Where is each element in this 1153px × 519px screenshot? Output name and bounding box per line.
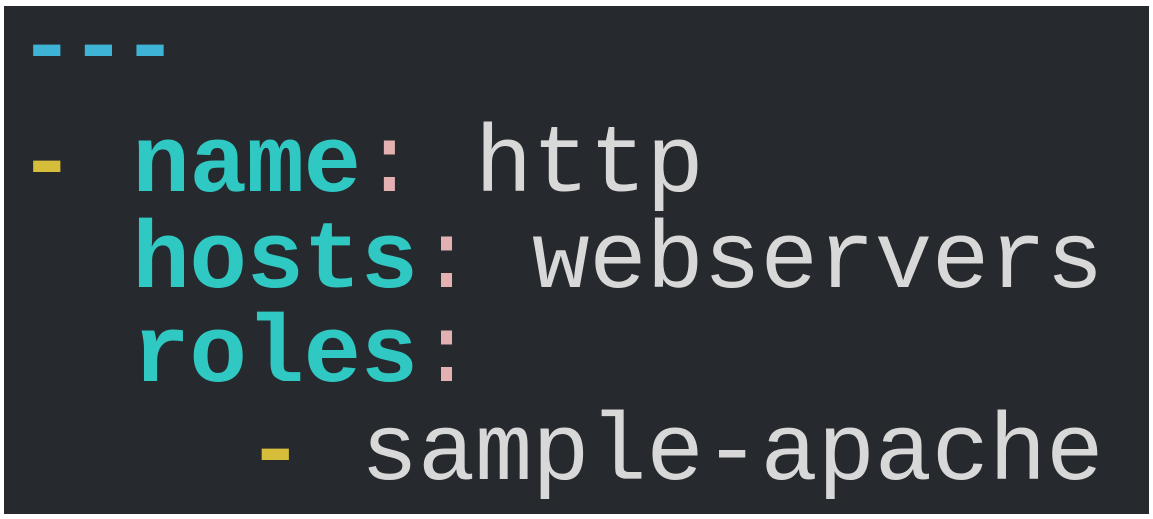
code-line-document-start: ---: [18, 6, 179, 104]
yaml-colon: :: [417, 207, 476, 316]
list-dash: -: [246, 399, 304, 508]
yaml-colon: :: [417, 301, 476, 410]
code-line-hosts: hosts: webservers: [18, 214, 1103, 310]
code-line-role-item: - sample-apache: [18, 406, 1103, 502]
yaml-colon: :: [360, 111, 419, 220]
code-line-roles: roles:: [18, 308, 475, 404]
yaml-document-marker: ---: [18, 6, 179, 104]
yaml-value-hosts: webservers: [531, 207, 1104, 316]
yaml-key-hosts: hosts: [132, 207, 418, 316]
code-editor[interactable]: --- - name: http hosts: webservers roles…: [4, 6, 1149, 514]
yaml-key-name: name: [132, 111, 361, 220]
yaml-key-roles: roles: [132, 301, 418, 410]
code-line-name: - name: http: [18, 118, 704, 214]
yaml-value-name: http: [474, 111, 704, 220]
yaml-value-role: sample-apache: [360, 399, 1104, 508]
list-dash: -: [18, 111, 76, 220]
